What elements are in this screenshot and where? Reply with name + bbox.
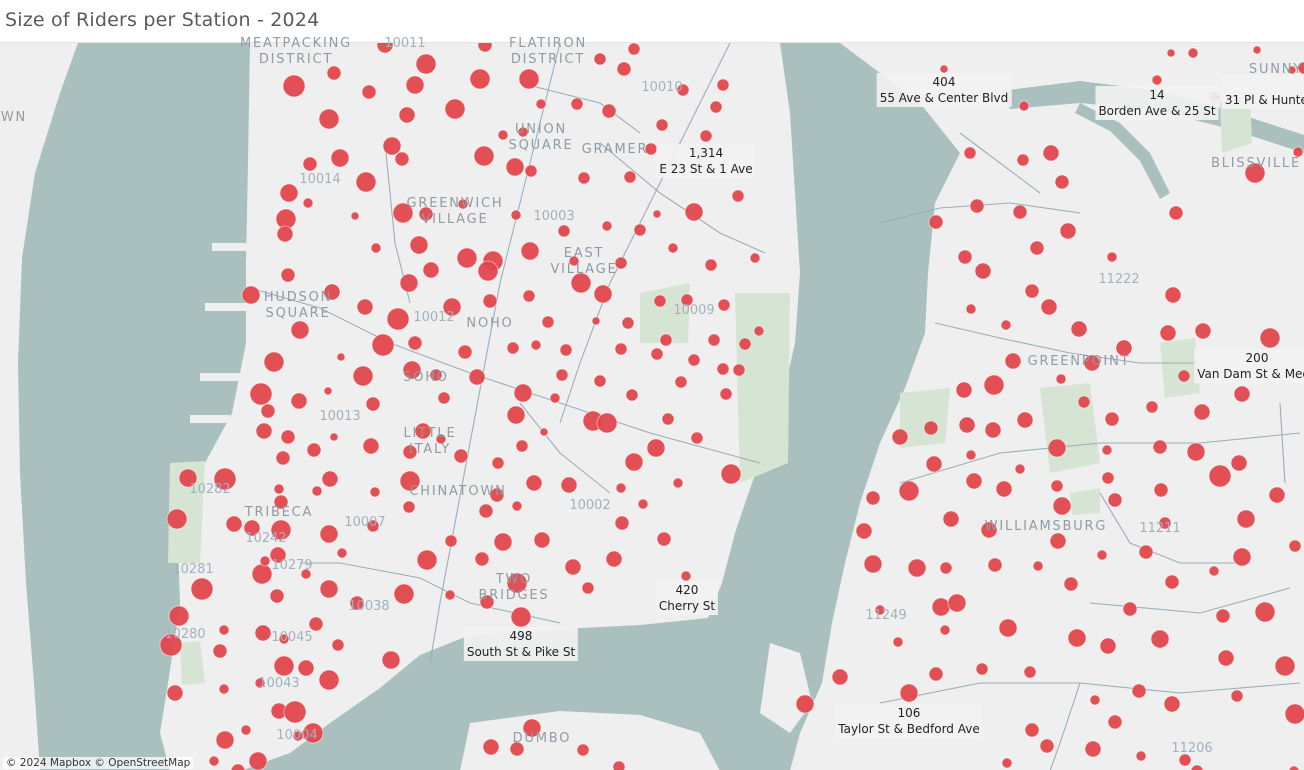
neighborhood-label: UNION SQUARE bbox=[508, 122, 574, 153]
neighborhood-label: MEATPACKING DISTRICT bbox=[240, 36, 352, 67]
station-name: E 23 St & 1 Ave bbox=[659, 162, 753, 176]
neighborhood-label: SOHO bbox=[403, 370, 449, 385]
map-dashboard: Size of Riders per Station - 2024 MEATPA… bbox=[0, 0, 1304, 770]
station-label: 498 South St & Pike St bbox=[463, 627, 579, 661]
neighborhood-label: GREENWICH VILLAGE bbox=[406, 196, 504, 227]
station-label: 420 Cherry St bbox=[655, 581, 719, 615]
neighborhood-label: BLISSVILLE bbox=[1211, 156, 1301, 171]
zipcode-label: 10242 bbox=[245, 531, 287, 546]
station-value: 420 bbox=[675, 583, 699, 597]
station-value: 200 bbox=[1245, 351, 1269, 365]
zipcode-label: 10002 bbox=[569, 498, 611, 513]
station-value: 106 bbox=[897, 706, 921, 720]
station-label: 14 Borden Ave & 25 St bbox=[1095, 86, 1219, 120]
neighborhood-label: TWO BRIDGES bbox=[478, 572, 550, 603]
neighborhood-label: WILLIAMSBURG bbox=[984, 519, 1108, 534]
neighborhood-label: LITTLE ITALY bbox=[403, 426, 457, 457]
zipcode-label: 10012 bbox=[413, 310, 455, 325]
zipcode-label: 10004 bbox=[276, 728, 318, 743]
neighborhood-label: FLATIRON DISTRICT bbox=[508, 36, 588, 67]
zipcode-label: 10013 bbox=[319, 409, 361, 424]
station-label: 54 31 Pl & Hunters bbox=[1221, 75, 1304, 109]
station-label: 1,314 E 23 St & 1 Ave bbox=[656, 144, 756, 178]
map-overlay: MEATPACKING DISTRICT FLATIRON DISTRICT U… bbox=[0, 36, 1304, 770]
station-label: 404 55 Ave & Center Blvd bbox=[876, 73, 1012, 107]
zipcode-label: 10011 bbox=[384, 36, 426, 51]
neighborhood-label: CHINATOWN bbox=[409, 484, 507, 499]
station-name: Cherry St bbox=[658, 599, 716, 613]
station-value: 498 bbox=[509, 629, 533, 643]
neighborhood-label: HUDSON SQUARE bbox=[263, 290, 333, 321]
station-name: 55 Ave & Center Blvd bbox=[879, 91, 1009, 105]
neighborhood-label: GREENPOINT bbox=[1027, 354, 1131, 369]
station-value: 1,314 bbox=[688, 146, 724, 160]
station-name: South St & Pike St bbox=[466, 645, 576, 659]
zipcode-label: 10009 bbox=[673, 303, 715, 318]
zipcode-label: 10007 bbox=[344, 515, 386, 530]
station-name: Taylor St & Bedford Ave bbox=[838, 722, 980, 736]
station-name: 31 Pl & Hunters bbox=[1224, 93, 1304, 107]
zipcode-label: 11211 bbox=[1139, 521, 1181, 536]
map-attribution[interactable]: © 2024 Mapbox © OpenStreetMap bbox=[3, 757, 194, 769]
station-label: 106 Taylor St & Bedford Ave bbox=[835, 704, 983, 738]
zipcode-label: 10003 bbox=[533, 209, 575, 224]
zipcode-label: 10282 bbox=[189, 482, 231, 497]
neighborhood-label: WN bbox=[0, 110, 28, 125]
neighborhood-label: TRIBECA bbox=[244, 505, 314, 520]
zipcode-label: 10038 bbox=[348, 599, 390, 614]
station-name: Borden Ave & 25 St bbox=[1098, 104, 1216, 118]
zipcode-label: 11206 bbox=[1171, 741, 1213, 756]
zipcode-label: 10280 bbox=[164, 627, 206, 642]
zipcode-label: 10045 bbox=[271, 630, 313, 645]
station-value: 54 bbox=[1225, 76, 1304, 92]
dashboard-title: Size of Riders per Station - 2024 bbox=[5, 9, 320, 31]
neighborhood-label: GRAMER bbox=[581, 142, 649, 157]
station-label: 200 Van Dam St & Meek bbox=[1194, 349, 1304, 383]
neighborhood-label: DUMBO bbox=[512, 731, 572, 746]
zipcode-label: 10014 bbox=[299, 172, 341, 187]
neighborhood-label: NOHO bbox=[466, 316, 514, 331]
zipcode-label: 11249 bbox=[865, 608, 907, 623]
zipcode-label: 10043 bbox=[258, 676, 300, 691]
station-value: 14 bbox=[1149, 88, 1165, 102]
station-value: 404 bbox=[932, 75, 956, 89]
station-name: Van Dam St & Meek bbox=[1197, 367, 1304, 381]
zipcode-label: 10281 bbox=[172, 562, 214, 577]
zipcode-label: 10010 bbox=[641, 80, 683, 95]
zipcode-label: 10279 bbox=[271, 558, 313, 573]
neighborhood-label: EAST VILLAGE bbox=[550, 246, 618, 277]
zipcode-label: 11222 bbox=[1098, 272, 1140, 287]
